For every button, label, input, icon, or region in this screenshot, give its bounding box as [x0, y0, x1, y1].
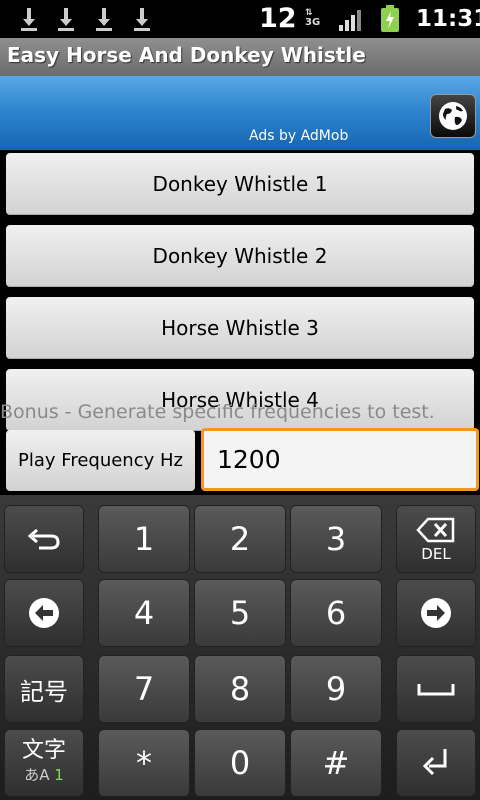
signal-icon [339, 10, 361, 31]
delete-label: DEL [421, 545, 451, 563]
undo-icon [27, 528, 60, 550]
key-6[interactable]: 6 [290, 579, 382, 647]
delete-key[interactable]: DEL [396, 505, 476, 573]
app-content: Donkey Whistle 1 Donkey Whistle 2 Horse … [0, 150, 480, 495]
app-title-bar: Easy Horse And Donkey Whistle [0, 38, 480, 76]
arrow-right-icon [421, 598, 451, 628]
enter-key[interactable] [396, 729, 476, 797]
ad-label: Ads by AdMob [249, 128, 349, 144]
key-0[interactable]: 0 [194, 729, 286, 797]
cursor-left-key[interactable] [4, 579, 84, 647]
key-5[interactable]: 5 [194, 579, 286, 647]
frequency-input[interactable]: 1200 [201, 428, 479, 491]
key-asterisk[interactable]: * [98, 729, 190, 797]
bonus-text: Bonus - Generate specific frequencies to… [0, 401, 435, 423]
clock: 11:31 [416, 6, 480, 32]
key-hash[interactable]: # [290, 729, 382, 797]
status-bar: 12 ⇅3G 11:31 [0, 0, 480, 38]
undo-key[interactable] [4, 505, 84, 573]
cursor-right-key[interactable] [396, 579, 476, 647]
app-title: Easy Horse And Donkey Whistle [7, 43, 366, 67]
key-1[interactable]: 1 [98, 505, 190, 573]
globe-icon [439, 102, 467, 130]
space-key[interactable] [396, 655, 476, 723]
network-type: ⇅ 3G [305, 8, 321, 28]
notification-count: 12 [259, 3, 297, 34]
key-2[interactable]: 2 [194, 505, 286, 573]
space-icon [417, 684, 455, 696]
key-8[interactable]: 8 [194, 655, 286, 723]
input-mode-key[interactable]: 文字 あA 1 [4, 729, 84, 797]
download-icon [134, 8, 150, 31]
enter-icon [422, 749, 447, 776]
input-mode-label: 文字 あA 1 [21, 738, 66, 785]
key-7[interactable]: 7 [98, 655, 190, 723]
ad-banner[interactable]: Ads by AdMob [0, 76, 480, 150]
symbol-key[interactable]: 記号 [4, 655, 84, 723]
battery-charging-icon [381, 5, 399, 32]
backspace-icon [416, 517, 455, 543]
donkey-whistle-1-button[interactable]: Donkey Whistle 1 [6, 153, 474, 215]
donkey-whistle-2-button[interactable]: Donkey Whistle 2 [6, 225, 474, 287]
numeric-keyboard: 1 2 3 DEL 4 5 6 記号 7 8 9 文字 あA 1 * 0 # [0, 495, 480, 800]
play-frequency-button[interactable]: Play Frequency Hz [6, 430, 195, 491]
key-3[interactable]: 3 [290, 505, 382, 573]
key-9[interactable]: 9 [290, 655, 382, 723]
arrow-left-icon [29, 598, 59, 628]
download-icon [96, 8, 112, 31]
key-4[interactable]: 4 [98, 579, 190, 647]
horse-whistle-3-button[interactable]: Horse Whistle 3 [6, 297, 474, 359]
download-icon [21, 8, 37, 31]
download-icon [58, 8, 74, 31]
ad-globe-button[interactable] [430, 94, 476, 138]
